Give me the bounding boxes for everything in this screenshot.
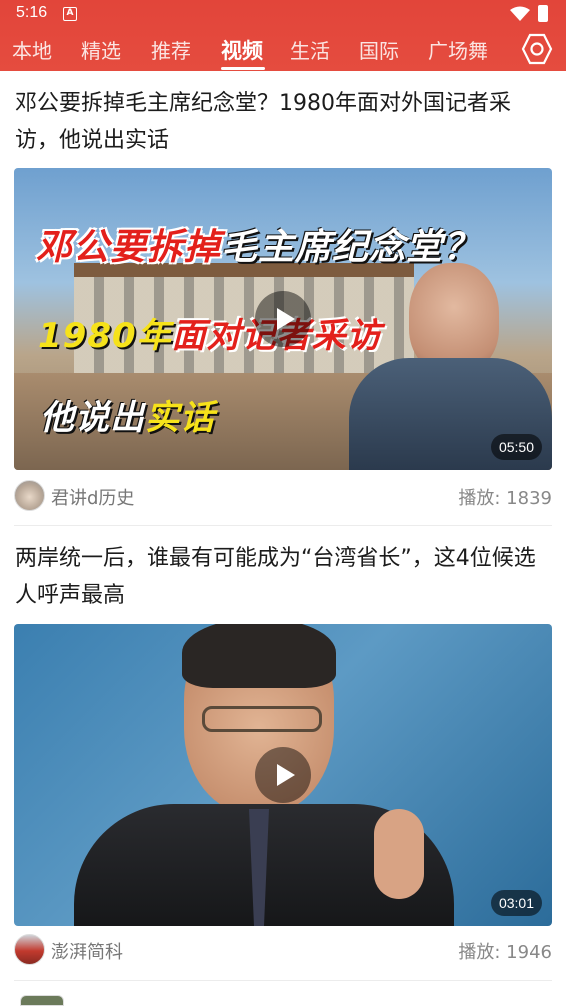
play-icon[interactable] [255, 747, 311, 803]
app-notification-icon: A [63, 7, 77, 21]
overlay-text-white: 他说出 [40, 398, 145, 438]
play-icon[interactable] [255, 291, 311, 347]
divider [14, 525, 552, 526]
video-duration: 03:01 [490, 890, 542, 916]
overlay-text-red: 邓公要拆掉 [36, 227, 222, 268]
battery-icon [538, 5, 548, 22]
thumb-overlay-line1: 邓公要拆掉毛主席纪念堂？ [36, 218, 480, 270]
top-header: 5:16 A 本地 精选 推荐 视频 生活 国际 广场舞 [0, 0, 566, 71]
tab-life[interactable]: 生活 [290, 35, 330, 64]
play-count: 播放: 1946 [458, 942, 552, 963]
article-meta: 君讲d历史 播放: 1839 [14, 478, 552, 512]
overlay-text-white: 毛主席纪念堂？ [221, 227, 481, 268]
author-name[interactable]: 澎湃简科 [51, 938, 123, 964]
tab-recommended[interactable]: 推荐 [151, 35, 191, 64]
active-tab-indicator [221, 67, 265, 70]
article-meta: 澎湃简科 播放: 1946 [14, 932, 552, 966]
article-title[interactable]: 邓公要拆掉毛主席纪念堂？1980年面对外国记者采访，他说出实话 [15, 85, 551, 159]
thumb-overlay-line2: 1980年面对记者采访 [38, 308, 382, 357]
divider [14, 980, 552, 981]
tab-international[interactable]: 国际 [359, 35, 399, 64]
channel-tabs: 本地 精选 推荐 视频 生活 国际 广场舞 [0, 30, 566, 70]
video-duration: 05:50 [490, 434, 542, 460]
status-time: 5:16 [16, 4, 48, 21]
video-thumbnail[interactable]: 邓公要拆掉毛主席纪念堂？ 1980年面对记者采访 他说出实话 05:50 [14, 168, 552, 470]
avatar[interactable] [14, 480, 45, 511]
tab-square-dance[interactable]: 广场舞 [428, 35, 488, 64]
overlay-text-yellow: 实话 [145, 398, 215, 438]
tab-video[interactable]: 视频 [221, 35, 263, 65]
author-name[interactable]: 君讲d历史 [51, 484, 134, 510]
overlay-text-yellow: 1980年 [38, 316, 172, 356]
settings-icon[interactable] [521, 33, 553, 65]
avatar[interactable] [14, 934, 45, 965]
thumb-overlay-line3: 他说出实话 [40, 390, 215, 439]
next-item-avatar [20, 995, 64, 1006]
play-count: 播放: 1839 [458, 488, 552, 509]
status-bar: 5:16 A [0, 0, 566, 28]
wifi-icon [510, 6, 530, 21]
tab-featured[interactable]: 精选 [81, 35, 121, 64]
video-thumbnail[interactable]: 03:01 [14, 624, 552, 926]
tab-local[interactable]: 本地 [12, 35, 52, 64]
article-title[interactable]: 两岸统一后，谁最有可能成为“台湾省长”，这4位候选人呼声最高 [15, 540, 551, 614]
status-indicators [510, 5, 548, 22]
